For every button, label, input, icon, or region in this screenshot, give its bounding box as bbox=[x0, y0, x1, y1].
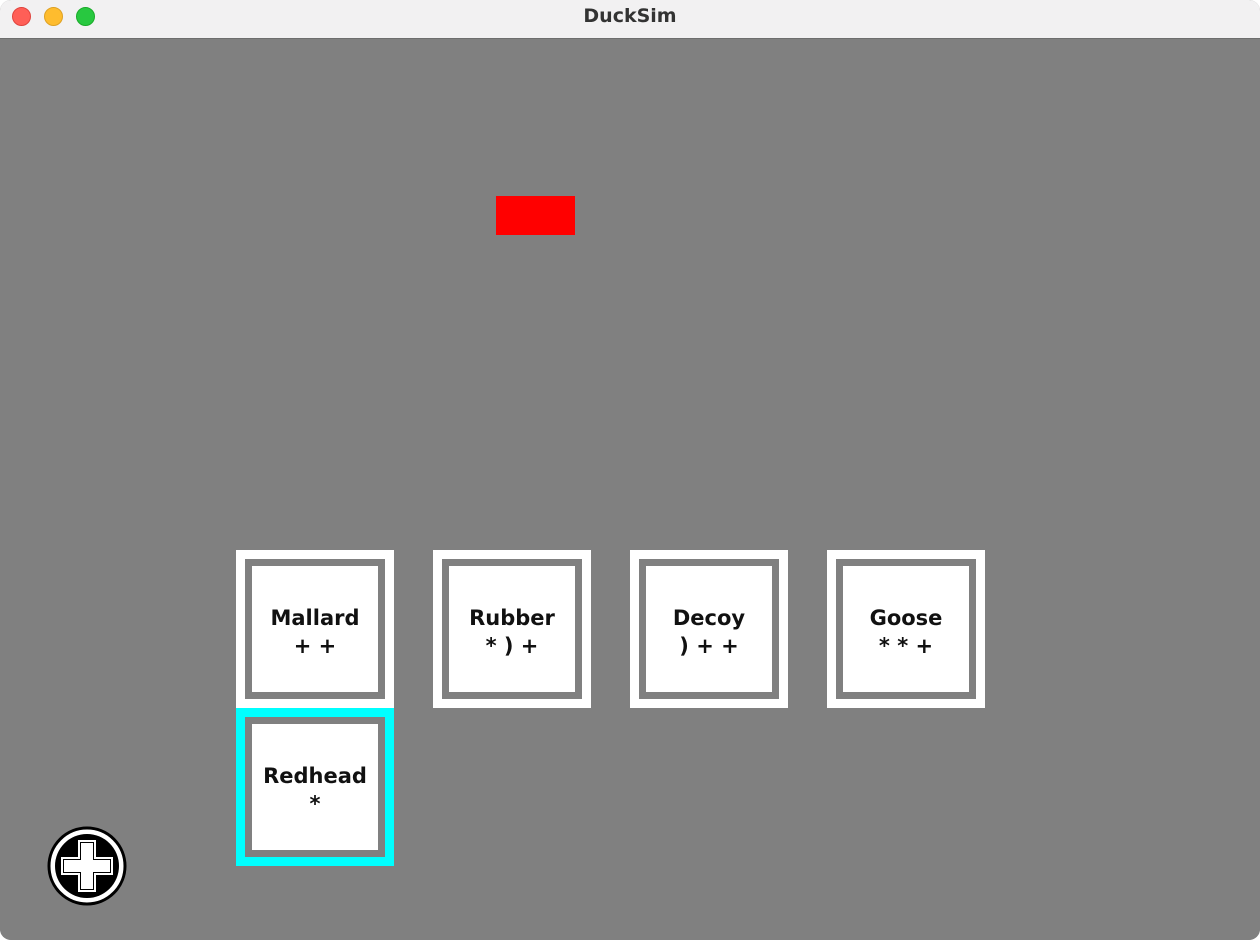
duck-tile-goose[interactable]: Goose * * + bbox=[827, 550, 985, 708]
duck-symbols: * * + bbox=[878, 634, 934, 658]
duck-name: Redhead bbox=[263, 764, 367, 788]
duck-name: Goose bbox=[869, 606, 943, 630]
duck-name: Rubber bbox=[469, 606, 555, 630]
duck-tile-frame: Decoy ) + + bbox=[639, 559, 779, 699]
duck-symbols: * bbox=[309, 792, 321, 816]
red-marker bbox=[496, 196, 575, 235]
duck-name: Decoy bbox=[672, 606, 746, 630]
duck-tile-decoy[interactable]: Decoy ) + + bbox=[630, 550, 788, 708]
duck-symbols: ) + + bbox=[679, 634, 739, 658]
duck-tile-mallard[interactable]: Mallard + + bbox=[236, 550, 394, 708]
app-window: DuckSim Mallard + + Rubber * ) + Decoy )… bbox=[0, 0, 1260, 940]
plus-circle-icon bbox=[47, 826, 127, 906]
duck-tile-frame: Goose * * + bbox=[836, 559, 976, 699]
duck-name: Mallard bbox=[270, 606, 360, 630]
duck-tile-rubber[interactable]: Rubber * ) + bbox=[433, 550, 591, 708]
duck-tile-redhead[interactable]: Redhead * bbox=[236, 708, 394, 866]
add-duck-button[interactable] bbox=[47, 826, 127, 906]
simulation-canvas[interactable]: Mallard + + Rubber * ) + Decoy ) + + Goo… bbox=[0, 40, 1260, 940]
duck-tile-frame: Redhead * bbox=[245, 717, 385, 857]
duck-symbols: * ) + bbox=[485, 634, 539, 658]
title-bar: DuckSim bbox=[0, 0, 1260, 39]
duck-tile-frame: Mallard + + bbox=[245, 559, 385, 699]
duck-tile-frame: Rubber * ) + bbox=[442, 559, 582, 699]
window-title: DuckSim bbox=[583, 5, 677, 27]
duck-symbols: + + bbox=[293, 634, 337, 658]
